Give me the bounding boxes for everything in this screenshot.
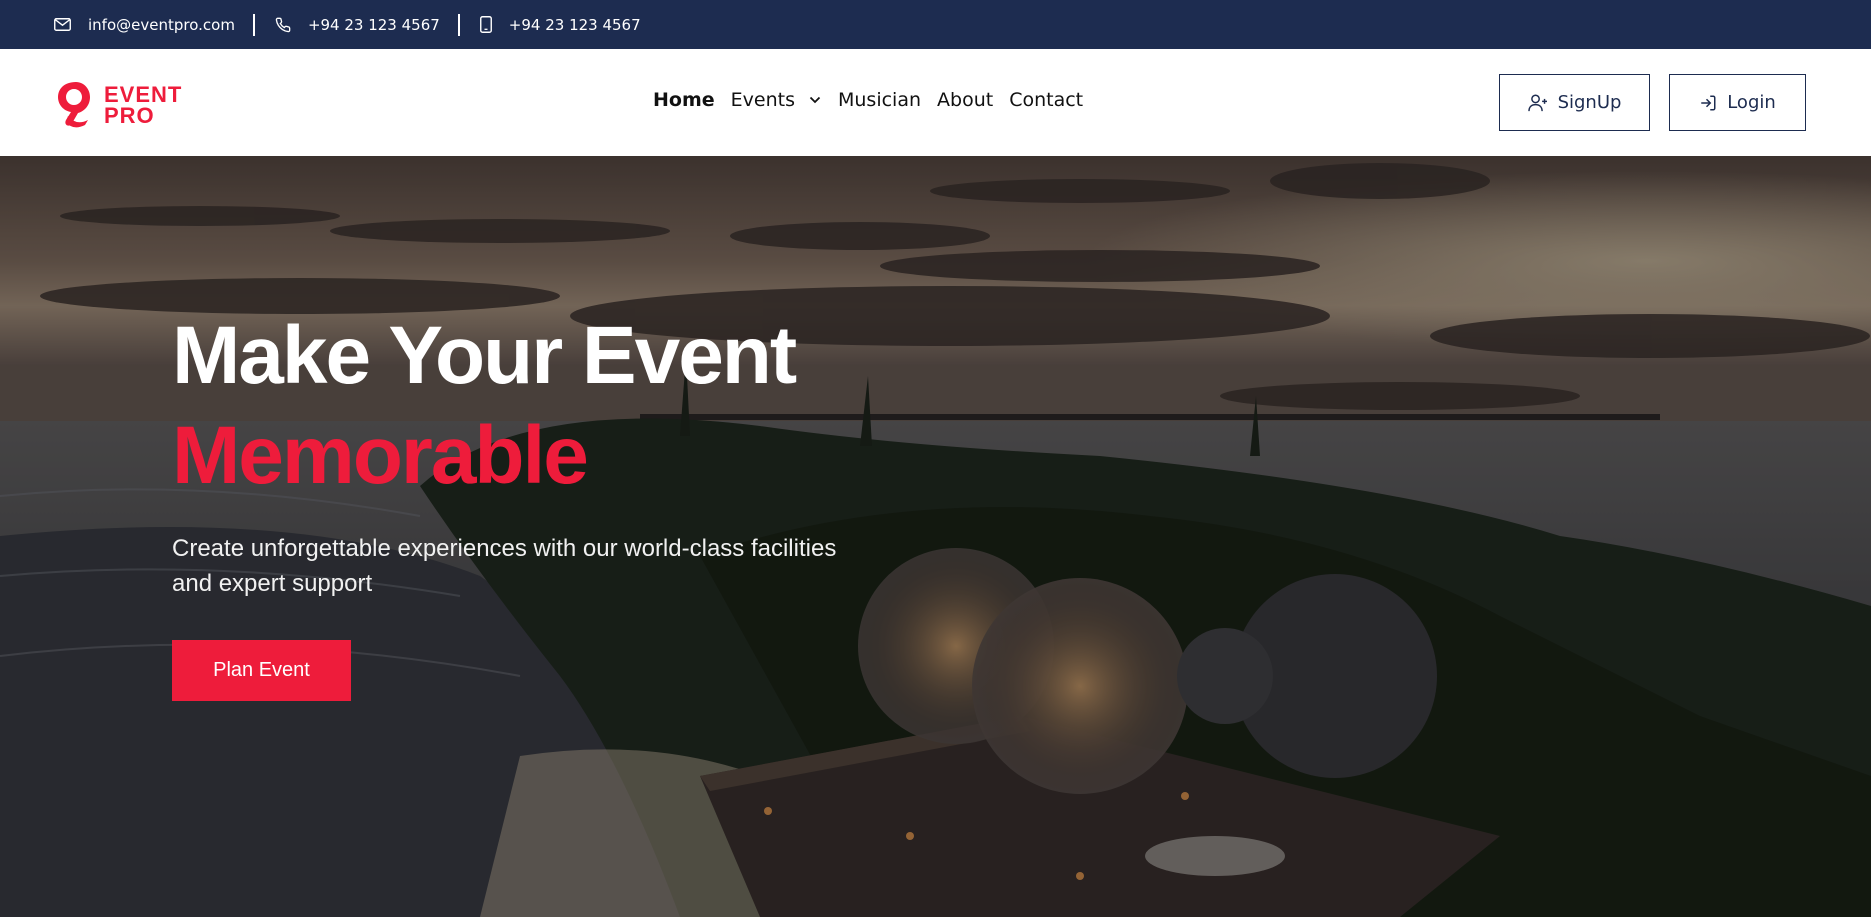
user-plus-icon: [1527, 93, 1547, 111]
chevron-down-icon[interactable]: [809, 96, 821, 104]
signup-label: SignUp: [1557, 92, 1622, 113]
nav-menu: Home Events Musician About Contact: [653, 89, 1099, 111]
mobile-text[interactable]: +94 23 123 4567: [509, 16, 641, 34]
email-contact[interactable]: info@eventpro.com: [54, 16, 235, 34]
phone-text[interactable]: +94 23 123 4567: [308, 16, 440, 34]
nav-contact[interactable]: Contact: [1009, 89, 1083, 111]
nav-events-dropdown[interactable]: Events: [731, 89, 821, 111]
phone-icon: [275, 17, 291, 32]
mobile-icon: [479, 16, 492, 33]
phone-contact[interactable]: +94 23 123 4567: [275, 16, 440, 34]
nav-about[interactable]: About: [937, 89, 993, 111]
divider: [457, 13, 460, 36]
login-label: Login: [1727, 92, 1776, 113]
nav-home[interactable]: Home: [653, 89, 715, 111]
plan-event-button[interactable]: Plan Event: [172, 640, 351, 701]
signup-button[interactable]: SignUp: [1499, 74, 1650, 131]
main-navbar: EVENT PRO Home Events Musician About Con…: [0, 49, 1871, 156]
email-text[interactable]: info@eventpro.com: [88, 16, 235, 34]
login-icon: [1701, 95, 1716, 110]
hero-section: Make Your Event Memorable Create unforge…: [0, 156, 1871, 917]
top-info-bar: info@eventpro.com +94 23 123 4567 +94 23…: [0, 0, 1871, 49]
hero-title-line1: Make Your Event: [172, 310, 797, 401]
hero-subtitle: Create unforgettable experiences with ou…: [172, 535, 837, 597]
svg-text:PRO: PRO: [104, 103, 155, 128]
mail-icon: [54, 18, 71, 31]
hero-title: Make Your Event Memorable: [172, 306, 797, 506]
mobile-contact[interactable]: +94 23 123 4567: [479, 16, 641, 34]
nav-musician[interactable]: Musician: [838, 89, 921, 111]
nav-events[interactable]: Events: [731, 89, 795, 111]
hero-title-line2: Memorable: [172, 410, 589, 501]
login-button[interactable]: Login: [1669, 74, 1806, 131]
eventpro-logo[interactable]: EVENT PRO: [54, 76, 214, 130]
divider: [252, 13, 255, 36]
